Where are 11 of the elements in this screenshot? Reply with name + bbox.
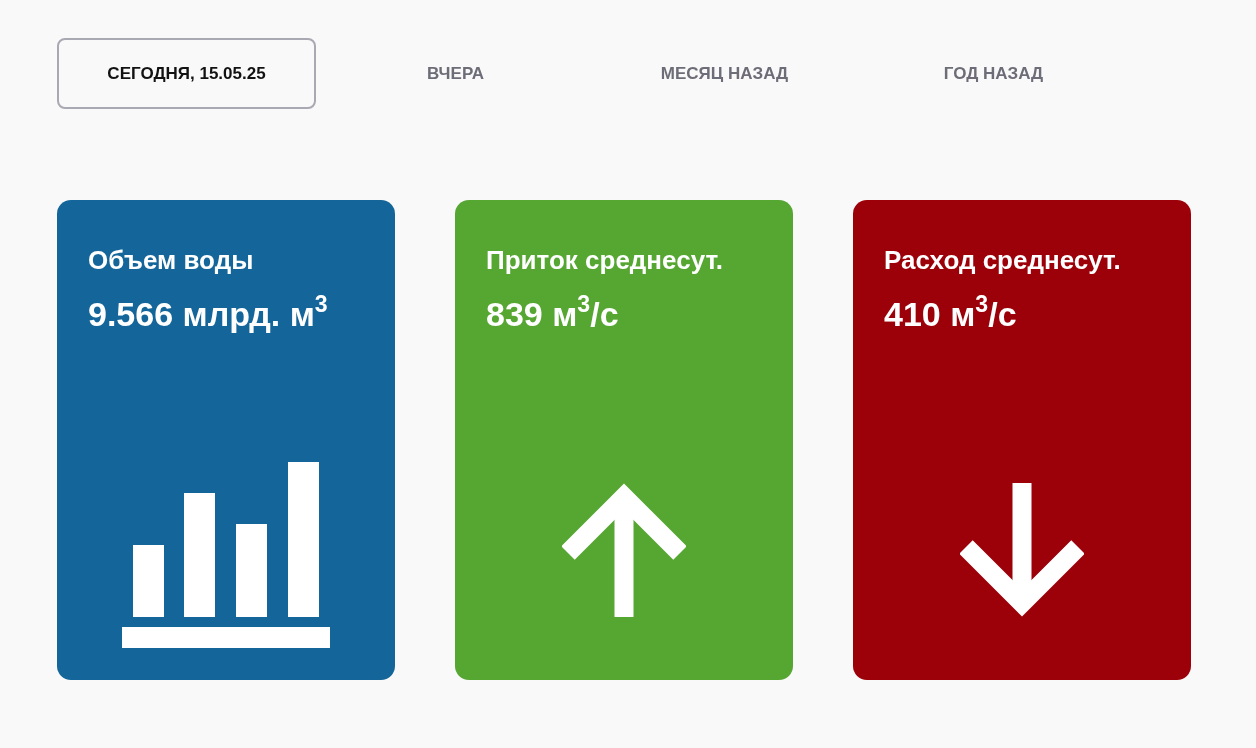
- card-value: 410 м$^{3}$/с: [884, 294, 1018, 334]
- card-title: Расход среднесут.: [884, 244, 1122, 276]
- date-tab[interactable]: ГОД НАЗАД: [943, 63, 1044, 84]
- date-tab[interactable]: СЕГОДНЯ, 15.05.25: [57, 38, 316, 109]
- card-value: 839 м$^{3}$/с: [486, 294, 620, 334]
- card-title: Приток среднесут.: [486, 244, 725, 276]
- date-tab[interactable]: МЕСЯЦ НАЗАД: [660, 63, 789, 84]
- card-value: 9.566 млрд. м$^{3}$: [88, 294, 329, 334]
- card-title: Объем воды: [88, 244, 255, 276]
- bar-chart-icon: [122, 462, 330, 648]
- date-tab[interactable]: ВЧЕРА: [426, 63, 484, 84]
